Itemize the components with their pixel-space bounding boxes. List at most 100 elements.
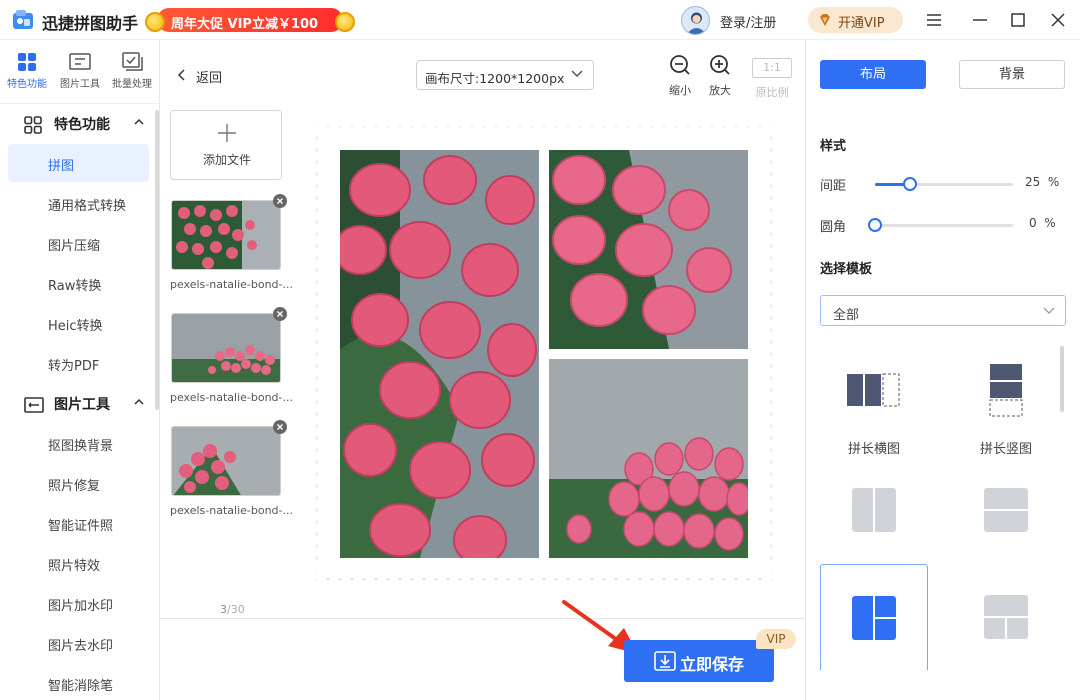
remove-file-button[interactable] bbox=[273, 194, 287, 208]
collage-cell-bottom-right[interactable] bbox=[549, 359, 748, 558]
collage-cell-top-right[interactable] bbox=[549, 150, 748, 349]
title-bar: 迅捷拼图助手 周年大促 VIP立减￥100 登录/注册 开通VIP bbox=[0, 0, 1080, 40]
nav-group-special-features[interactable]: 特色功能 bbox=[0, 104, 152, 142]
download-icon bbox=[654, 651, 676, 671]
zoom-in-icon bbox=[710, 55, 730, 75]
add-file-button[interactable]: 添加文件 bbox=[170, 110, 282, 180]
template-title: 选择模板 bbox=[820, 262, 873, 277]
sidebar-item-add-watermark[interactable]: 图片加水印 bbox=[8, 584, 149, 622]
close-icon[interactable] bbox=[1048, 10, 1068, 30]
original-ratio-button[interactable]: 1:1 原比例 bbox=[750, 56, 794, 100]
corner-radius-slider[interactable]: 圆角 0 % bbox=[820, 215, 1070, 235]
one-plus-two-layout-icon bbox=[852, 596, 896, 640]
coin-icon bbox=[335, 12, 355, 32]
tab-special-features[interactable]: 特色功能 bbox=[1, 52, 53, 90]
sidebar-item-photo-effects[interactable]: 照片特效 bbox=[8, 544, 149, 582]
grid-outline-icon bbox=[24, 116, 42, 134]
sidebar-item-collage[interactable]: 拼图 bbox=[8, 144, 149, 182]
chevron-up-icon bbox=[134, 118, 144, 125]
maximize-icon[interactable] bbox=[1008, 10, 1028, 30]
minimize-icon[interactable] bbox=[970, 10, 990, 30]
chevron-left-icon bbox=[178, 69, 185, 81]
sidebar-item-photo-repair[interactable]: 照片修复 bbox=[8, 464, 149, 502]
chevron-up-icon bbox=[134, 398, 144, 405]
avatar[interactable] bbox=[681, 6, 710, 35]
file-thumbnail[interactable]: pexels-natalie-bond-... bbox=[170, 307, 293, 413]
sidebar-item-cutout[interactable]: 抠图换背景 bbox=[8, 424, 149, 462]
thumbnail-image bbox=[171, 426, 281, 496]
menu-icon[interactable] bbox=[924, 10, 944, 30]
file-thumbnail[interactable]: pexels-natalie-bond-... bbox=[170, 420, 293, 526]
canvas-size-select[interactable]: 画布尺寸:1200*1200px bbox=[416, 60, 594, 90]
sidebar-item-eraser[interactable]: 智能消除笔 bbox=[8, 664, 149, 700]
plus-icon bbox=[218, 124, 236, 142]
slider-track[interactable] bbox=[875, 177, 1013, 191]
close-icon bbox=[277, 198, 283, 204]
thumbnail-image bbox=[171, 313, 281, 383]
image-tool-icon bbox=[24, 397, 44, 413]
open-vip-button[interactable]: 开通VIP bbox=[808, 7, 903, 33]
vip-badge: VIP bbox=[756, 629, 796, 649]
app-title: 迅捷拼图助手 bbox=[42, 14, 139, 33]
spacing-value: 25 % bbox=[1025, 175, 1060, 189]
file-count: 3/30 bbox=[220, 603, 245, 616]
template-grid: 拼长横图 拼长竖图 bbox=[806, 340, 1066, 670]
zoom-out-button[interactable]: 缩小 bbox=[665, 54, 695, 98]
slider-handle[interactable] bbox=[902, 177, 917, 191]
properties-panel: 布局 背景 样式 间距 25 % 圆角 0 % 选择模板 全部 拼长横图 拼长竖… bbox=[805, 40, 1080, 700]
nav-group-image-tools[interactable]: 图片工具 bbox=[0, 384, 152, 422]
collage-canvas[interactable] bbox=[316, 126, 772, 580]
two-row-layout-icon bbox=[984, 488, 1028, 532]
app-logo-icon bbox=[13, 10, 33, 29]
zoom-in-button[interactable]: 放大 bbox=[705, 54, 735, 98]
editor-area: 返回 画布尺寸:1200*1200px 缩小 放大 1:1 原比例 添加文件 p… bbox=[160, 40, 805, 700]
ratio-icon: 1:1 bbox=[752, 58, 792, 78]
close-icon bbox=[277, 311, 283, 317]
tab-batch-processing[interactable]: 批量处理 bbox=[106, 52, 158, 90]
zoom-out-icon bbox=[670, 55, 690, 75]
sidebar-item-remove-watermark[interactable]: 图片去水印 bbox=[8, 624, 149, 662]
remove-file-button[interactable] bbox=[273, 420, 287, 434]
diamond-icon bbox=[820, 14, 830, 26]
sidebar-item-format-convert[interactable]: 通用格式转换 bbox=[8, 184, 149, 222]
vertical-stitch-icon bbox=[989, 364, 1023, 417]
template-long-horizontal[interactable]: 拼长横图 bbox=[820, 350, 928, 457]
file-thumbnail[interactable]: pexels-natalie-bond-... bbox=[170, 194, 293, 300]
login-link[interactable]: 登录/注册 bbox=[720, 12, 776, 31]
tab-layout[interactable]: 布局 bbox=[820, 60, 926, 89]
grid-icon bbox=[18, 53, 36, 71]
four-grid-layout-icon bbox=[984, 595, 1028, 639]
template-filter-select[interactable]: 全部 bbox=[820, 295, 1066, 326]
chevron-down-icon bbox=[1043, 307, 1055, 314]
tab-background[interactable]: 背景 bbox=[959, 60, 1065, 89]
sidebar-scrollbar[interactable] bbox=[155, 110, 159, 410]
coin-icon bbox=[145, 12, 165, 32]
image-tool-icon bbox=[69, 53, 91, 70]
spacing-slider[interactable]: 间距 25 % bbox=[820, 174, 1070, 194]
sidebar-item-id-photo[interactable]: 智能证件照 bbox=[8, 504, 149, 542]
sidebar-item-to-pdf[interactable]: 转为PDF bbox=[8, 344, 149, 382]
template-four-grid[interactable] bbox=[952, 564, 1060, 668]
template-two-columns[interactable] bbox=[820, 460, 928, 564]
top-nav-tabs: 特色功能 图片工具 批量处理 bbox=[0, 40, 160, 104]
sidebar-item-raw-convert[interactable]: Raw转换 bbox=[8, 264, 149, 302]
tab-image-tools[interactable]: 图片工具 bbox=[54, 52, 106, 90]
sidebar-item-compress[interactable]: 图片压缩 bbox=[8, 224, 149, 262]
chevron-down-icon bbox=[571, 70, 583, 78]
slider-track[interactable] bbox=[868, 218, 1013, 232]
template-two-rows[interactable] bbox=[952, 460, 1060, 564]
batch-icon bbox=[122, 52, 143, 71]
slider-handle[interactable] bbox=[868, 218, 882, 232]
collage-cell-left[interactable] bbox=[340, 150, 539, 558]
template-long-vertical[interactable]: 拼长竖图 bbox=[952, 350, 1060, 457]
save-now-button[interactable]: 立即保存 bbox=[624, 640, 774, 682]
style-title: 样式 bbox=[820, 139, 847, 154]
remove-file-button[interactable] bbox=[273, 307, 287, 321]
horizontal-stitch-icon bbox=[847, 373, 900, 407]
left-navigation: 特色功能 图片工具 批量处理 特色功能 拼图 通用格式转换 图片压缩 Raw转换… bbox=[0, 40, 160, 700]
template-left-plus-two[interactable] bbox=[820, 564, 928, 670]
thumbnail-image bbox=[171, 200, 281, 270]
promo-banner[interactable]: 周年大促 VIP立减￥100 bbox=[145, 6, 355, 34]
template-scrollbar[interactable] bbox=[1060, 346, 1064, 412]
sidebar-item-heic-convert[interactable]: Heic转换 bbox=[8, 304, 149, 342]
